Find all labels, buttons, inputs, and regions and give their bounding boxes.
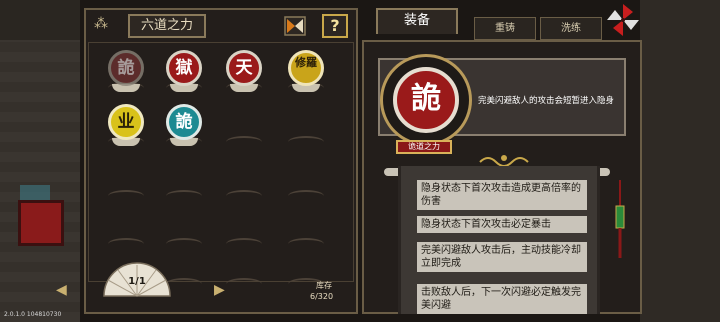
help-button[interactable]: ? <box>322 14 348 38</box>
slot-base <box>288 190 324 202</box>
rune-icon: 天 <box>226 50 262 86</box>
tab-equip[interactable]: 装备 <box>376 8 458 34</box>
knot-ornament-icon <box>479 155 529 166</box>
category-tab[interactable]: 六道之力 <box>128 14 206 38</box>
tab-recast[interactable]: 重铸 <box>474 17 536 40</box>
inventory-slot[interactable]: 獄 <box>162 50 206 96</box>
effect-item: 隐身状态下首次攻击造成更高倍率的伤害 <box>417 180 587 210</box>
page-indicator: 1/1 <box>128 276 146 287</box>
next-page-button[interactable]: ▶ <box>214 282 225 298</box>
inventory-slot[interactable] <box>162 158 206 204</box>
inventory-slot[interactable] <box>222 246 266 292</box>
detail-description: 完美闪避敌人的攻击会短暂进入隐身 <box>478 96 615 106</box>
slot-base <box>226 278 262 290</box>
inventory-slot[interactable] <box>222 104 266 150</box>
inventory-slot[interactable]: 天 <box>222 50 266 96</box>
effect-item: 隐身状态下首次攻击必定暴击 <box>417 216 587 233</box>
selected-rune-char: 詭 <box>393 67 459 133</box>
slot-base <box>166 190 202 202</box>
inventory-slot[interactable]: 业 <box>104 104 148 150</box>
background-scene-right <box>640 0 720 322</box>
background-scene-left <box>0 0 80 322</box>
inventory-slot[interactable] <box>284 104 328 150</box>
slot-base <box>226 136 262 148</box>
inventory-slot[interactable]: 詭 <box>104 50 148 96</box>
stock-label: 库存 <box>316 281 332 290</box>
slot-base <box>226 190 262 202</box>
inventory-slot[interactable] <box>222 158 266 204</box>
inventory-slot[interactable] <box>104 158 148 204</box>
scene-red-carpet <box>18 200 64 246</box>
inventory-slot[interactable] <box>284 158 328 204</box>
inventory-slot[interactable]: 詭 <box>162 104 206 150</box>
candle-ornament-icon: ⁂ <box>94 16 108 32</box>
rune-name-plate: 诡道之力 <box>396 140 452 154</box>
rune-icon: 业 <box>108 104 144 140</box>
slot-base <box>108 190 144 202</box>
rune-icon: 詭 <box>166 104 202 140</box>
jade-tassel-icon <box>615 180 625 258</box>
inventory-slot[interactable]: 修羅 <box>284 50 328 96</box>
rune-icon: 獄 <box>166 50 202 86</box>
selected-rune-icon: 詭 <box>380 54 472 146</box>
rune-icon: 詭 <box>108 50 144 86</box>
stock-value: 6/320 <box>310 292 334 301</box>
effects-scroll[interactable]: 隐身状态下首次攻击造成更高倍率的伤害 隐身状态下首次攻击必定暴击 完美闪避敌人攻… <box>398 166 600 314</box>
effect-item: 击败敌人后，下一次闪避必定触发完美闪避 <box>417 284 587 314</box>
prev-page-button[interactable]: ◀ <box>56 282 67 298</box>
floor-tiles <box>0 40 80 322</box>
effect-item: 完美闪避敌人攻击后，主动技能冷却立即完成 <box>417 242 587 272</box>
slot-base <box>288 136 324 148</box>
rune-icon: 修羅 <box>288 50 324 86</box>
tab-refine[interactable]: 洗练 <box>540 17 602 40</box>
close-pinwheel-icon[interactable] <box>606 2 640 38</box>
version-label: 2.0.1.0 104810730 <box>4 311 62 318</box>
sort-icon[interactable] <box>284 16 306 36</box>
